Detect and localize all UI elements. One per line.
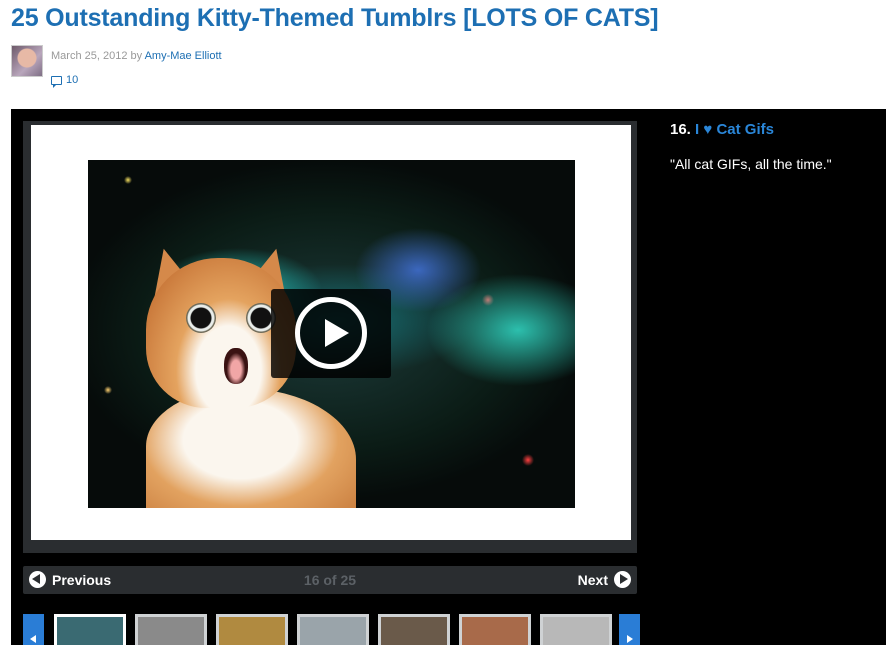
thumbnail-5[interactable]	[378, 614, 450, 645]
gallery: Previous 16 of 25 Next 16. I ♥ Cat Gifs …	[11, 109, 886, 645]
slide-number: 16.	[670, 121, 691, 138]
slide-description: "All cat GIFs, all the time."	[670, 156, 832, 172]
thumbnail-prev-button[interactable]	[23, 614, 44, 645]
thumbnail-2[interactable]	[135, 614, 207, 645]
thumbnail-4[interactable]	[297, 614, 369, 645]
author-avatar[interactable]	[11, 45, 43, 77]
comment-icon	[51, 75, 62, 88]
thumbnail-1[interactable]	[54, 614, 126, 645]
slide-counter: 16 of 25	[303, 572, 357, 588]
thumbnail-6[interactable]	[459, 614, 531, 645]
slide-image-container	[31, 125, 631, 540]
thumbnail-strip	[23, 614, 640, 645]
article-title[interactable]: 25 Outstanding Kitty-Themed Tumblrs [LOT…	[11, 4, 659, 33]
next-button[interactable]: Next	[578, 571, 631, 588]
next-label: Next	[577, 571, 608, 588]
play-button[interactable]	[271, 289, 391, 378]
author-link[interactable]: Amy-Mae Elliott	[145, 50, 222, 62]
comments-link[interactable]: 10	[51, 74, 78, 88]
slide-image[interactable]	[88, 160, 575, 508]
slide-frame	[23, 121, 637, 553]
cat-illustration	[140, 242, 356, 508]
thumbnail-7[interactable]	[540, 614, 612, 645]
slide-heading: 16. I ♥ Cat Gifs	[670, 121, 880, 138]
thumbnail-next-button[interactable]	[619, 614, 640, 645]
slide-navigation: Previous 16 of 25 Next	[23, 566, 637, 594]
thumbnail-3[interactable]	[216, 614, 288, 645]
slide-title-link[interactable]: I ♥ Cat Gifs	[695, 121, 774, 138]
comment-count[interactable]: 10	[66, 74, 78, 86]
play-icon	[295, 297, 367, 369]
article-meta: March 25, 2012 by Amy-Mae Elliott	[51, 50, 222, 62]
article-date: March 25, 2012 by	[51, 50, 145, 62]
slide-info: 16. I ♥ Cat Gifs "All cat GIFs, all the …	[670, 121, 880, 173]
arrow-right-icon	[614, 571, 631, 588]
